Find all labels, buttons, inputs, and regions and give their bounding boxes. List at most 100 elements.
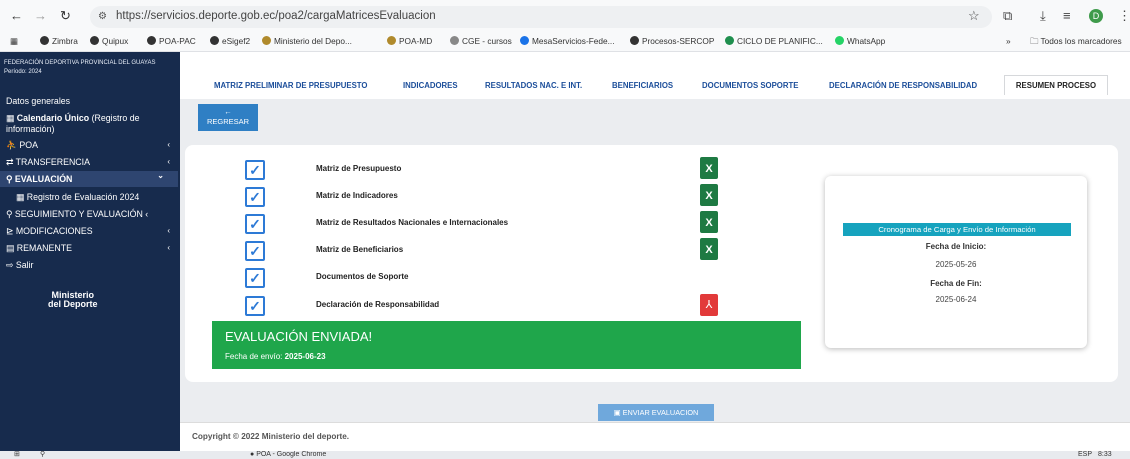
save-icon: ▣ bbox=[613, 408, 621, 417]
sidebar-item-calendario[interactable]: ▦ Calendario Único (Registro de informac… bbox=[6, 113, 168, 135]
period: Período: 2024 bbox=[4, 69, 42, 75]
bookmark-item[interactable]: POA-MD bbox=[387, 36, 432, 46]
search-icon[interactable]: ⚲ bbox=[40, 451, 45, 459]
chevron-left-icon: ‹ bbox=[167, 226, 170, 235]
windows-start-icon[interactable]: ⊞ bbox=[14, 451, 20, 459]
list-item: ✓ Matriz de Presupuesto X bbox=[245, 157, 718, 182]
list-item: ✓ Matriz de Beneficiarios X bbox=[245, 238, 718, 263]
extensions-icon[interactable]: ⧉ bbox=[1003, 8, 1012, 24]
sidebar-item-salir[interactable]: ⇨ Salir bbox=[6, 260, 184, 271]
transfer-icon: ⇄ bbox=[6, 157, 14, 167]
menu-icon[interactable]: ⋮ bbox=[1118, 8, 1130, 24]
address-bar[interactable]: ⚙ https://servicios.deporte.gob.ec/poa2/… bbox=[90, 6, 992, 28]
excel-icon[interactable]: X bbox=[700, 211, 718, 233]
bookmarks-bar: ▦ Zimbra Quipux POA-PAC eSigef2 Minister… bbox=[0, 32, 1130, 52]
language-indicator: ESP bbox=[1078, 451, 1093, 458]
windows-taskbar: ⊞ ⚲ ● POA - Google Chrome ESP 8:33 bbox=[0, 451, 1130, 459]
browser-toolbar: ← → ↻ ⚙ https://servicios.deporte.gob.ec… bbox=[0, 0, 1130, 32]
footer: Copyright © 2022 Ministerio del deporte. bbox=[180, 422, 1130, 451]
tab-beneficiarios[interactable]: BENEFICIARIOS bbox=[612, 81, 673, 90]
summary-card: ✓ Matriz de Presupuesto X ✓ Matriz de In… bbox=[185, 145, 1118, 382]
chevron-left-icon: ‹ bbox=[145, 209, 149, 219]
chart-icon: ⊵ bbox=[6, 226, 14, 236]
tab-bar: MATRIZ PRELIMINAR DE PRESUPUESTO INDICAD… bbox=[180, 52, 1130, 99]
reload-icon[interactable]: ↻ bbox=[60, 8, 71, 24]
bookmark-star-icon[interactable]: ☆ bbox=[968, 8, 980, 24]
arrow-left-icon: ← bbox=[224, 107, 232, 116]
sidebar-item-registro-evaluacion[interactable]: ▦ Registro de Evaluación 2024 bbox=[16, 192, 194, 203]
excel-icon[interactable]: X bbox=[700, 184, 718, 206]
copyright: Copyright © 2022 Ministerio del deporte. bbox=[192, 432, 350, 441]
logout-icon: ⇨ bbox=[6, 260, 14, 270]
sidebar-item-transferencia[interactable]: ⇄ TRANSFERENCIA ‹ bbox=[6, 157, 184, 168]
bookmark-item[interactable]: CICLO DE PLANIFIC... bbox=[725, 36, 823, 46]
pdf-icon[interactable]: ⅄ bbox=[700, 294, 718, 316]
more-bookmarks-icon[interactable]: » bbox=[1006, 36, 1011, 46]
excel-icon[interactable]: X bbox=[700, 238, 718, 260]
chevron-down-icon: ⌄ bbox=[157, 171, 164, 180]
chevron-left-icon: ‹ bbox=[167, 157, 170, 166]
url-text[interactable]: https://servicios.deporte.gob.ec/poa2/ca… bbox=[116, 10, 436, 22]
schedule-card: Cronograma de Carga y Envío de Informaci… bbox=[825, 176, 1087, 348]
back-button[interactable]: ← REGRESAR bbox=[198, 104, 258, 131]
sidebar-item-seguimiento[interactable]: ⚲ SEGUIMIENTO Y EVALUACIÓN ‹ bbox=[6, 209, 184, 220]
bookmark-item[interactable]: Procesos-SERCOP bbox=[630, 36, 714, 46]
tab-indicadores[interactable]: INDICADORES bbox=[403, 81, 458, 90]
forward-arrow-icon[interactable]: → bbox=[34, 8, 47, 23]
tab-matriz-preliminar[interactable]: MATRIZ PRELIMINAR DE PRESUPUESTO bbox=[214, 81, 368, 90]
search-icon: ⚲ bbox=[6, 174, 13, 184]
checkbox-checked-icon: ✓ bbox=[245, 187, 265, 207]
sidebar-item-poa[interactable]: ⛹ POA ‹ bbox=[6, 140, 184, 151]
schedule-header: Cronograma de Carga y Envío de Informaci… bbox=[843, 223, 1071, 236]
clock: 8:33 bbox=[1098, 451, 1112, 458]
tab-documentos-soporte[interactable]: DOCUMENTOS SOPORTE bbox=[702, 81, 798, 90]
cash-icon: ▤ bbox=[6, 243, 15, 253]
apps-icon[interactable]: ▦ bbox=[10, 36, 18, 46]
taskbar-chrome[interactable]: ● POA - Google Chrome bbox=[250, 451, 326, 459]
send-evaluation-button[interactable]: ▣ ENVIAR EVALUACION bbox=[598, 404, 714, 421]
back-arrow-icon[interactable]: ← bbox=[10, 8, 23, 23]
checkbox-checked-icon: ✓ bbox=[245, 160, 265, 180]
main-content: MATRIZ PRELIMINAR DE PRESUPUESTO INDICAD… bbox=[180, 52, 1130, 451]
checkbox-checked-icon: ✓ bbox=[245, 268, 265, 288]
all-bookmarks[interactable]: 🗀 Todos los marcadores bbox=[1030, 36, 1122, 50]
bookmark-item[interactable]: POA-PAC bbox=[147, 36, 196, 46]
tab-resultados[interactable]: RESULTADOS NAC. E INT. bbox=[485, 81, 582, 90]
calendar-icon: ▦ bbox=[16, 192, 25, 202]
excel-icon[interactable]: X bbox=[700, 157, 718, 179]
chart-icon: ⛹ bbox=[6, 140, 17, 150]
end-date-label: Fecha de Fin: bbox=[930, 279, 982, 288]
organization-header: FEDERACIÓN DEPORTIVA PROVINCIAL DEL GUAY… bbox=[4, 59, 155, 77]
sidebar-item-evaluacion[interactable]: ⚲ EVALUACIÓN ⌄ bbox=[0, 171, 178, 187]
profile-avatar[interactable]: D bbox=[1089, 9, 1103, 23]
ministerio-logo: Ministerio del Deporte bbox=[48, 290, 98, 309]
sidebar-item-modificaciones[interactable]: ⊵ MODIFICACIONES ‹ bbox=[6, 226, 184, 237]
bookmark-item[interactable]: Ministerio del Depo... bbox=[262, 36, 352, 46]
calendar-icon: ▦ bbox=[6, 113, 15, 123]
download-icon[interactable]: ⤓ bbox=[1040, 8, 1046, 24]
sidebar-item-datos-generales[interactable]: Datos generales bbox=[6, 96, 184, 106]
tab-resumen-proceso[interactable]: RESUMEN PROCESO bbox=[1004, 75, 1108, 95]
bookmark-item[interactable]: Zimbra bbox=[40, 36, 78, 46]
bookmark-item[interactable]: CGE - cursos bbox=[450, 36, 512, 46]
sent-title: EVALUACIÓN ENVIADA! bbox=[225, 329, 373, 344]
list-item: ✓ Matriz de Indicadores X bbox=[245, 184, 718, 209]
start-date-label: Fecha de Inicio: bbox=[925, 242, 987, 251]
sidebar: FEDERACIÓN DEPORTIVA PROVINCIAL DEL GUAY… bbox=[0, 52, 180, 451]
folder-icon: 🗀 bbox=[1030, 36, 1039, 46]
bookmark-item[interactable]: WhatsApp bbox=[835, 36, 885, 46]
sent-date: Fecha de envío: 2025-06-23 bbox=[225, 352, 326, 361]
start-date-value: 2025-05-26 bbox=[935, 260, 977, 269]
sidebar-item-remanente[interactable]: ▤ REMANENTE ‹ bbox=[6, 243, 184, 254]
tab-declaracion[interactable]: DECLARACIÓN DE RESPONSABILIDAD bbox=[829, 81, 977, 90]
checkbox-checked-icon: ✓ bbox=[245, 296, 265, 316]
site-info-icon[interactable]: ⚙ bbox=[98, 11, 107, 22]
bookmark-item[interactable]: Quipux bbox=[90, 36, 128, 46]
checkbox-checked-icon: ✓ bbox=[245, 214, 265, 234]
org-name: FEDERACIÓN DEPORTIVA PROVINCIAL DEL GUAY… bbox=[4, 60, 156, 66]
search-icon: ⚲ bbox=[6, 209, 13, 219]
list-item: ✓ Declaración de Responsabilidad ⅄ bbox=[245, 294, 718, 318]
bookmark-item[interactable]: MesaServicios-Fede... bbox=[520, 36, 615, 46]
bookmark-item[interactable]: eSigef2 bbox=[210, 36, 250, 46]
media-icon[interactable]: ≡ bbox=[1063, 8, 1071, 23]
